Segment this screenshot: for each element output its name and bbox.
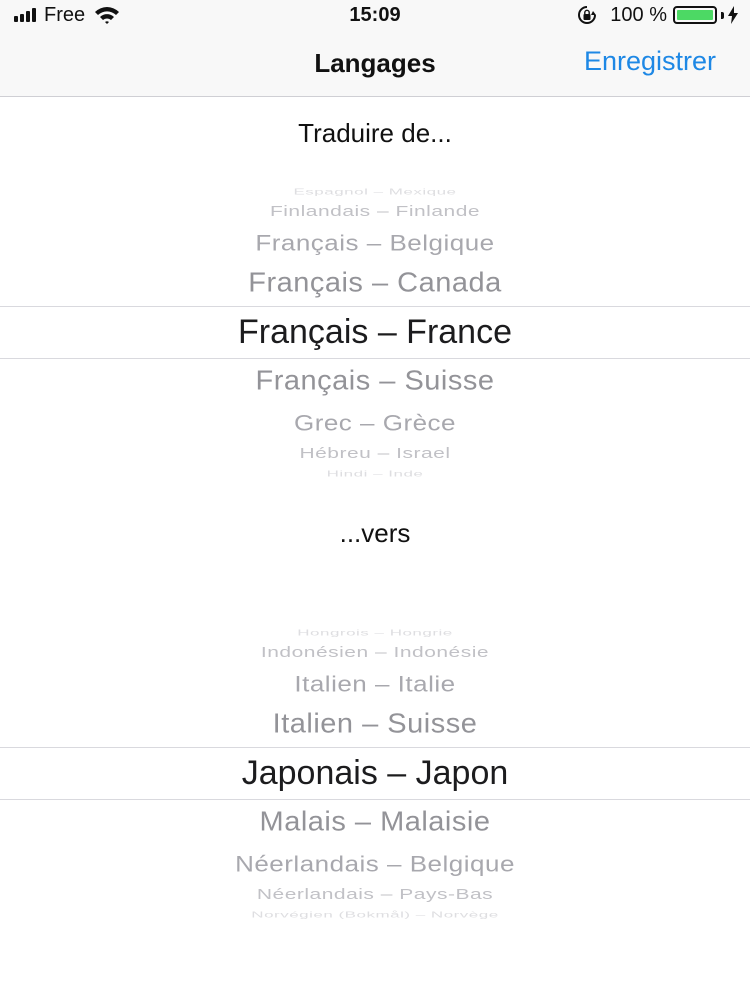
- to-label: ...vers: [339, 518, 411, 548]
- picker-item[interactable]: Italien – Suisse: [0, 709, 750, 741]
- picker-item[interactable]: Français – Belgique: [0, 230, 750, 256]
- from-language-picker[interactable]: Espagnol – Mexique Finlandais – Finlande F…: [0, 185, 750, 479]
- picker-item[interactable]: Français – Canada: [0, 268, 750, 300]
- status-bar: Free 15:09 100 %: [0, 0, 750, 30]
- picker-item[interactable]: Néerlandais – Belgique: [0, 851, 750, 877]
- picker-item-selected[interactable]: Japonais – Japon: [0, 754, 750, 793]
- status-right: 100 %: [576, 4, 738, 26]
- picker-item[interactable]: Indonésien – Indonésie: [0, 644, 750, 661]
- battery-percent: 100 %: [610, 3, 667, 26]
- picker-item[interactable]: Finlandais – Finlande: [0, 203, 750, 220]
- picker-item[interactable]: Norvégien (Bokmål) – Norvège: [0, 910, 750, 920]
- to-language-picker[interactable]: Hongrois – Hongrie Indonésien – Indonésie…: [0, 600, 750, 935]
- picker-item[interactable]: Néerlandais – Pays-Bas: [0, 886, 750, 903]
- picker-item[interactable]: Italien – Italie: [0, 671, 750, 697]
- picker-item[interactable]: Français – Suisse: [0, 366, 750, 398]
- picker-item[interactable]: Hébreu – Israel: [0, 445, 750, 462]
- rotation-lock-icon: [578, 6, 597, 24]
- selection-line-top: [0, 747, 750, 748]
- picker-item[interactable]: Hindi – Inde: [0, 469, 750, 479]
- picker-item[interactable]: Grec – Grèce: [0, 410, 750, 436]
- from-label: Traduire de...: [298, 118, 452, 148]
- selection-line-top: [0, 306, 750, 307]
- picker-item-selected[interactable]: Français – France: [0, 313, 750, 352]
- picker-item[interactable]: Espagnol – Mexique: [0, 187, 750, 197]
- selection-line-bottom: [0, 799, 750, 800]
- charging-bolt-icon: [728, 6, 738, 24]
- selection-line-bottom: [0, 358, 750, 359]
- battery-icon: [673, 6, 717, 24]
- picker-item[interactable]: Hongrois – Hongrie: [0, 628, 750, 638]
- picker-item[interactable]: Malais – Malaisie: [0, 807, 750, 839]
- battery-cap: [721, 11, 724, 19]
- save-button[interactable]: Enregistrer: [584, 46, 716, 77]
- navigation-bar: Langages Enregistrer: [0, 30, 750, 97]
